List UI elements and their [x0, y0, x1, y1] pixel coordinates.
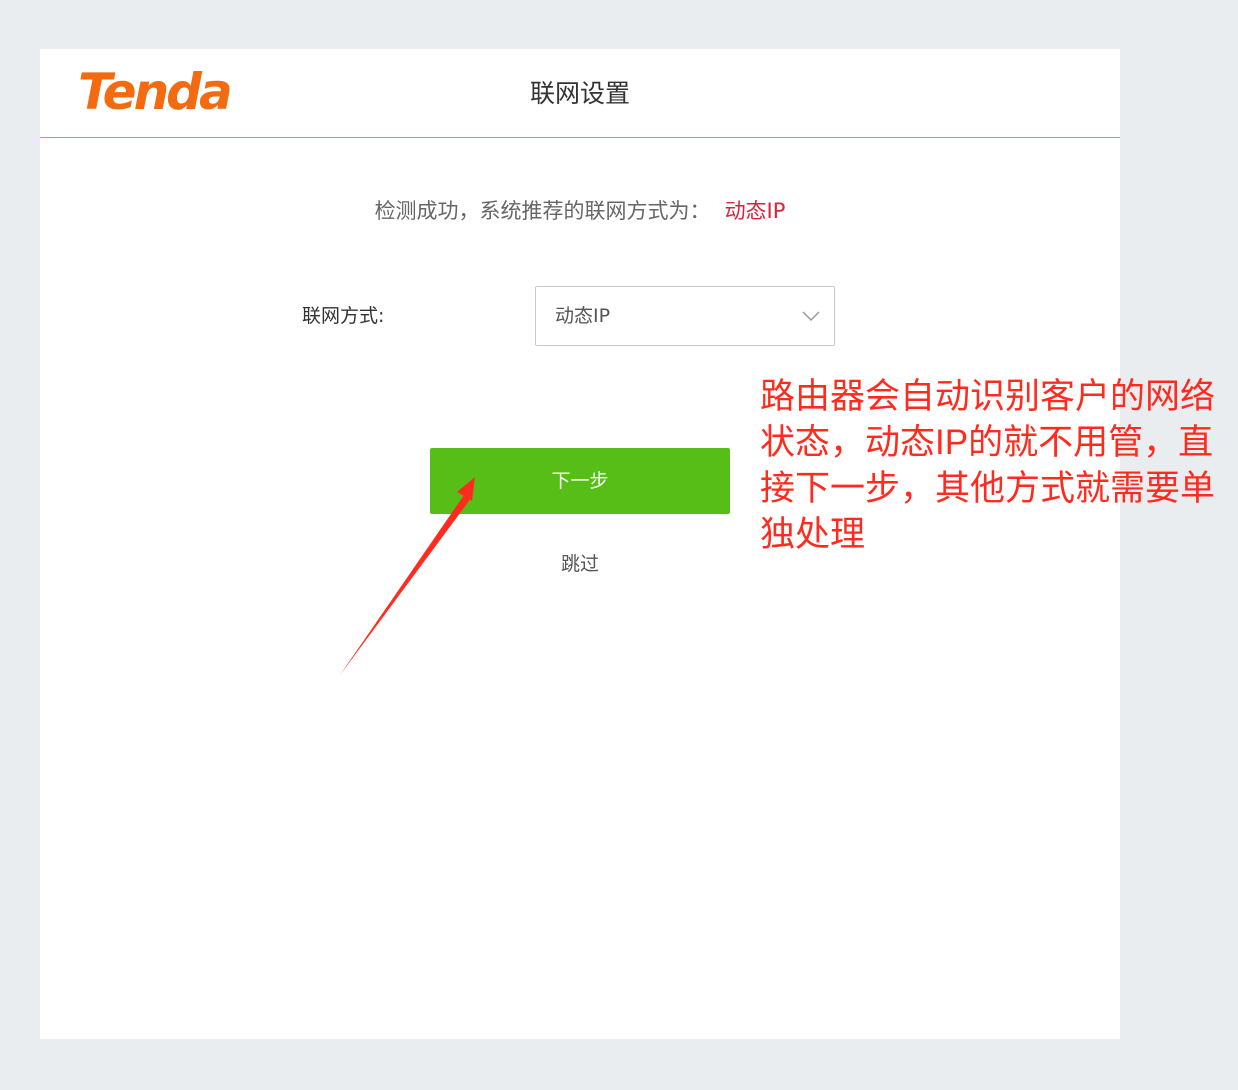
detection-message: 检测成功，系统推荐的联网方式为： 动态IP	[40, 195, 1120, 227]
detection-text: 检测成功，系统推荐的联网方式为：	[374, 199, 711, 223]
connection-type-label: 联网方式:	[302, 305, 385, 327]
detected-type: 动态IP	[724, 199, 786, 223]
logo-text: Tenda	[78, 63, 230, 121]
tenda-logo: Tenda	[78, 63, 233, 121]
annotation-note: 路由器会自动识别客户的网络状态，动态IP的就不用管，直接下一步，其他方式就需要单…	[760, 377, 1216, 554]
arrow-icon	[340, 477, 475, 675]
chevron-down-icon	[802, 311, 820, 322]
header: Tenda 联网设置	[40, 49, 1120, 138]
connection-type-select[interactable]: 动态IP	[535, 286, 835, 346]
page-title: 联网设置	[529, 79, 630, 108]
connection-type-value: 动态IP	[555, 305, 611, 327]
skip-link[interactable]: 跳过	[530, 549, 630, 579]
